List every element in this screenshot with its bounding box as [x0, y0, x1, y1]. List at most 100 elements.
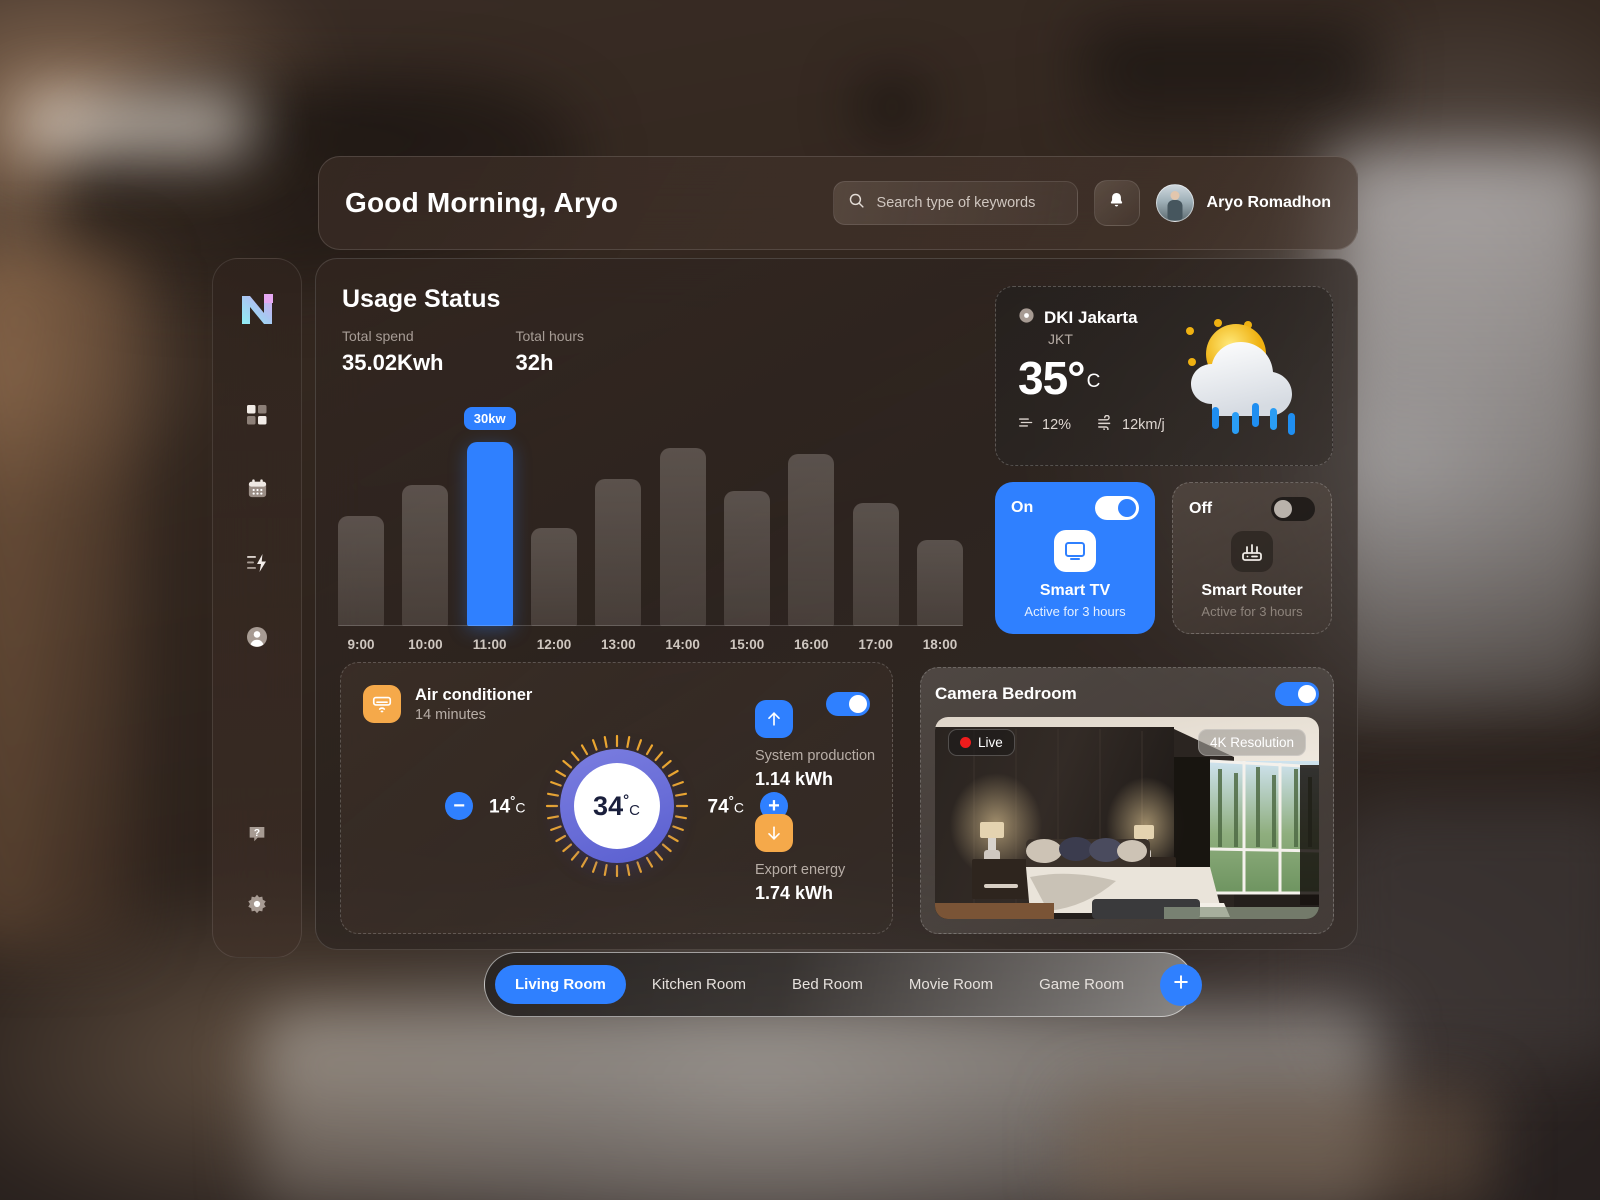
camera-card: Camera Bedroom Live 4K Resolution: [920, 667, 1334, 934]
x-axis-tick: 18:00: [922, 637, 958, 652]
dial-center: 34°C: [573, 763, 660, 849]
page-title: Good Morning, Aryo: [345, 187, 619, 218]
profile-menu[interactable]: Aryo Romadhon: [1155, 184, 1331, 222]
device-active-time: Active for 3 hours: [1024, 604, 1126, 619]
notification-bell-button[interactable]: [1093, 180, 1140, 226]
sidebar: ?: [212, 258, 302, 958]
chart-bar-14-00[interactable]: [659, 426, 706, 626]
camera-toggle[interactable]: [1275, 682, 1319, 706]
energy-value: 1.14 kWh: [755, 769, 834, 789]
device-state-label: Off: [1189, 500, 1213, 517]
bar[interactable]: [788, 454, 835, 626]
bar[interactable]: [852, 503, 899, 626]
device-card-smart-router[interactable]: Off Smart Router Active for 3 hours: [1172, 482, 1332, 634]
chart-bar-11-00[interactable]: 30kw: [463, 407, 516, 626]
room-tab-game-room[interactable]: Game Room: [1019, 965, 1144, 1004]
chart-bar-9-00[interactable]: [338, 426, 384, 626]
chart-x-axis: 9:00 10:00 11:00 12:00 13:00 14:00 15:00 16:00 1…: [338, 637, 963, 652]
search-box[interactable]: [832, 181, 1078, 225]
chart-bar-10-00[interactable]: [402, 426, 449, 626]
n-logo-icon: [235, 287, 279, 336]
chart-bar-13-00[interactable]: [595, 426, 642, 626]
chart-bar-15-00[interactable]: [723, 426, 770, 626]
location-pin-icon: [1018, 307, 1035, 329]
chart-bar-12-00[interactable]: [530, 426, 577, 626]
search-icon: [848, 192, 865, 214]
air-conditioner-runtime: 14 minutes: [415, 706, 486, 723]
temperature-decrease-button[interactable]: −: [445, 792, 474, 820]
total-spend-value: 35.02Kwh: [342, 350, 444, 375]
plus-icon: [1171, 972, 1191, 997]
live-label: Live: [978, 735, 1003, 750]
bar[interactable]: [530, 528, 577, 626]
chart-bar-17-00[interactable]: [852, 426, 899, 626]
x-axis-tick: 14:00: [665, 637, 700, 652]
sun-cloud-rain-icon: [1166, 309, 1326, 454]
camera-feed[interactable]: Live 4K Resolution: [935, 717, 1319, 919]
air-conditioner-name: Air conditioner: [415, 685, 533, 704]
humidity-icon: [1018, 415, 1035, 434]
room-tab-living-room[interactable]: Living Room: [495, 965, 626, 1004]
sidebar-nav: [237, 397, 277, 659]
x-axis-tick: 13:00: [601, 637, 636, 652]
search-input[interactable]: [876, 195, 1063, 211]
sidebar-item-schedule[interactable]: [237, 471, 277, 511]
sidebar-item-profile[interactable]: [237, 619, 277, 659]
weather-wind: 12km/j: [1097, 414, 1165, 434]
x-axis-tick: 10:00: [408, 637, 443, 652]
add-room-button[interactable]: [1160, 963, 1203, 1006]
temperature-max-label: 74°C: [707, 793, 744, 818]
bar[interactable]: [916, 540, 963, 626]
weather-humidity: 12%: [1018, 415, 1071, 434]
chart-bar-18-00[interactable]: [916, 426, 963, 626]
smart-router-toggle[interactable]: [1271, 497, 1315, 521]
bar[interactable]: [595, 479, 642, 626]
bar[interactable]: [338, 516, 384, 626]
chart-bar-16-00[interactable]: [788, 426, 835, 626]
user-profile-icon: [245, 625, 269, 654]
app-logo[interactable]: [231, 285, 283, 337]
smart-tv-toggle[interactable]: [1095, 496, 1139, 520]
sidebar-item-settings[interactable]: [237, 887, 277, 927]
total-hours-label: Total hours: [515, 328, 584, 344]
weather-temperature: 35°: [1018, 352, 1086, 404]
device-state-label: On: [1011, 499, 1034, 516]
bell-icon: [1107, 191, 1126, 215]
device-card-smart-tv[interactable]: On Smart TV Active for 3 hours: [995, 482, 1155, 634]
x-axis-tick: 9:00: [347, 637, 375, 652]
temperature-dial[interactable]: 34°C: [542, 731, 692, 881]
resolution-badge: 4K Resolution: [1197, 729, 1306, 756]
temperature-min-label: 14°C: [489, 793, 526, 818]
sidebar-item-energy[interactable]: [237, 545, 277, 585]
router-icon: [1231, 531, 1273, 572]
live-indicator-dot: [960, 737, 971, 748]
energy-stat-system-production: System production 1.14 kWh: [755, 700, 895, 790]
bar[interactable]: [659, 448, 706, 626]
device-name: Smart Router: [1201, 582, 1303, 599]
energy-bolt-icon: [245, 551, 269, 580]
bar[interactable]: [402, 485, 449, 626]
svg-text:?: ?: [254, 827, 260, 838]
room-tab-bar: Living Room Kitchen Room Bed Room Movie Roo…: [484, 952, 1203, 1017]
device-name: Smart TV: [1039, 582, 1111, 599]
profile-name: Aryo Romadhon: [1206, 194, 1331, 211]
bar[interactable]: [466, 442, 513, 626]
device-active-time: Active for 3 hours: [1201, 604, 1303, 619]
sidebar-item-help[interactable]: ?: [237, 815, 277, 855]
room-tab-kitchen-room[interactable]: Kitchen Room: [632, 965, 766, 1004]
calendar-icon: [246, 477, 269, 505]
weather-card[interactable]: DKI Jakarta JKT 35° C 12% 12km/j: [995, 286, 1333, 466]
arrow-up-icon: [755, 700, 793, 738]
bar[interactable]: [723, 491, 770, 626]
room-tab-bed-room[interactable]: Bed Room: [772, 965, 883, 1004]
stat-total-spend: Total spend 35.02Kwh: [342, 328, 444, 376]
help-question-icon: ?: [246, 822, 268, 849]
x-axis-tick: 16:00: [794, 637, 829, 652]
wind-icon: [1097, 414, 1115, 434]
usage-bar-chart: 30kw 9:00 10:00 11:00 12:00 13:00 14:00 15:00 1…: [338, 404, 963, 652]
total-spend-label: Total spend: [342, 328, 414, 344]
sidebar-item-dashboard[interactable]: [237, 397, 277, 437]
room-tab-movie-room[interactable]: Movie Room: [889, 965, 1013, 1004]
energy-label: Export energy: [755, 862, 846, 878]
weather-unit: C: [1086, 371, 1101, 392]
